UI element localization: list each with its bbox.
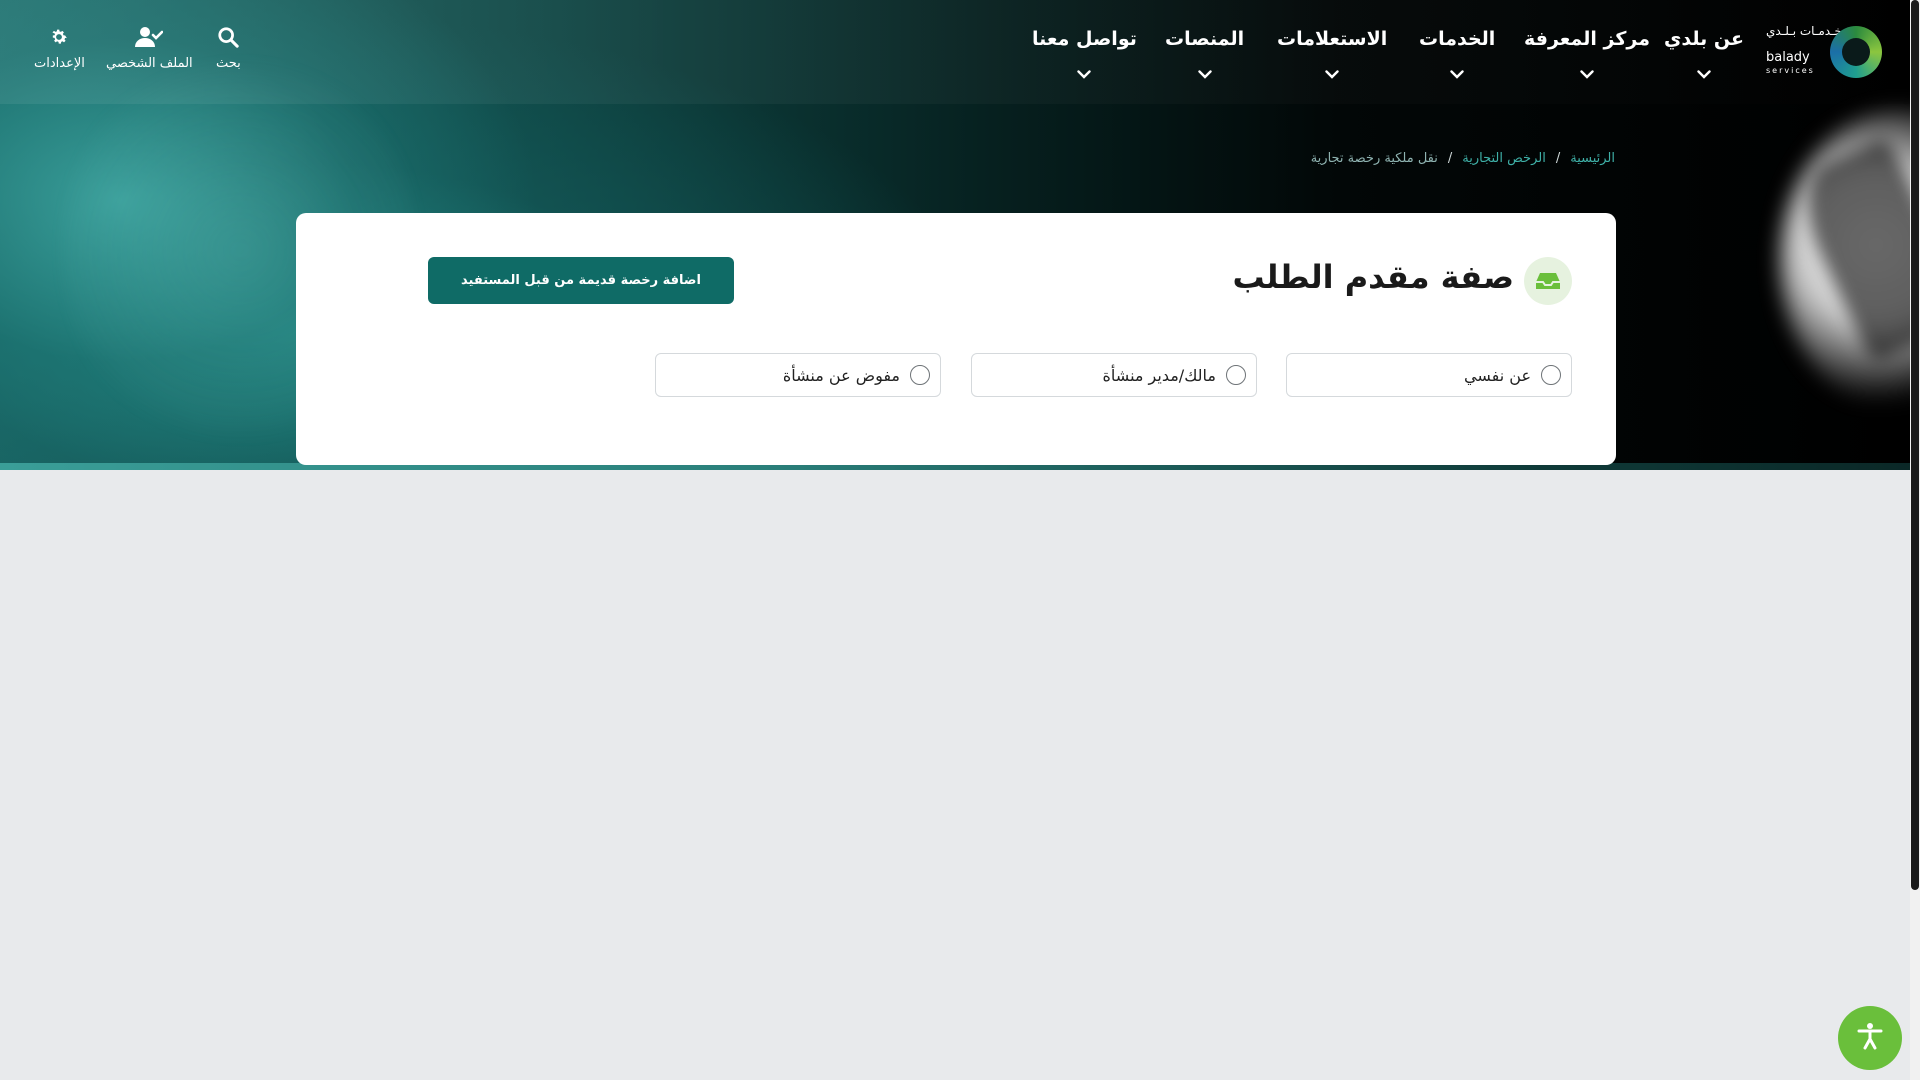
radio-button[interactable] — [910, 365, 930, 385]
scrollbar-thumb[interactable] — [1911, 0, 1919, 890]
breadcrumb-commercial-licenses[interactable]: الرخص التجارية — [1462, 151, 1546, 166]
settings-label: الإعدادات — [34, 56, 85, 71]
nav-services[interactable]: الخدمات — [1419, 28, 1495, 83]
gear-icon — [49, 24, 69, 50]
applicant-type-card: صفة مقدم الطلب اضافة رخصة قديمة من قبل ا… — [296, 213, 1616, 465]
option-self[interactable]: عن نفسي — [1286, 353, 1572, 397]
search-icon — [217, 24, 240, 50]
accessibility-button[interactable] — [1838, 1006, 1902, 1070]
user-check-icon — [135, 24, 164, 50]
radio-button[interactable] — [1541, 365, 1561, 385]
chevron-down-icon — [1197, 64, 1212, 83]
breadcrumb-separator: / — [1555, 151, 1561, 166]
logo-sub-text: services — [1766, 66, 1815, 75]
nav-platforms[interactable]: المنصات — [1165, 28, 1244, 83]
chevron-down-icon — [1580, 64, 1594, 83]
nav-label: تواصل معنا — [1032, 28, 1137, 50]
nav-label: الاستعلامات — [1277, 28, 1388, 50]
breadcrumb-current: نقل ملكية رخصة تجارية — [1310, 151, 1438, 166]
breadcrumb-home[interactable]: الرئيسية — [1570, 151, 1615, 166]
nav-label: مركز المعرفة — [1524, 28, 1650, 50]
option-owner-manager[interactable]: مالك/مدير منشأة — [971, 353, 1257, 397]
chevron-down-icon — [1077, 64, 1092, 83]
page-scrollbar[interactable] — [1910, 0, 1920, 1080]
inbox-tray-icon — [1524, 257, 1572, 305]
nav-label: عن بلدي — [1664, 28, 1744, 50]
option-delegate[interactable]: مفوض عن منشأة — [655, 353, 941, 397]
option-label: مالك/مدير منشأة — [1102, 365, 1216, 385]
nav-about-balady[interactable]: عن بلدي — [1664, 28, 1744, 83]
settings-link[interactable]: الإعدادات — [34, 24, 85, 71]
radio-button[interactable] — [1226, 365, 1246, 385]
top-navbar: الإعدادات الملف الشخصي بحث تواصل معنا ال… — [0, 0, 1910, 104]
search-link[interactable]: بحث — [216, 24, 241, 71]
breadcrumb: الرئيسية / الرخص التجارية / نقل ملكية رخ… — [1311, 151, 1615, 166]
search-label: بحث — [216, 56, 241, 71]
nav-contact-us[interactable]: تواصل معنا — [1032, 28, 1137, 83]
option-label: عن نفسي — [1464, 365, 1531, 385]
page-title: صفة مقدم الطلب — [1232, 258, 1514, 296]
nav-knowledge-center[interactable]: مركز المعرفة — [1524, 28, 1650, 83]
nav-label: المنصات — [1165, 28, 1245, 50]
chevron-down-icon — [1697, 64, 1711, 83]
add-old-license-button[interactable]: اضافة رخصة قديمة من قبل المستفيد — [428, 257, 734, 304]
option-label: مفوض عن منشأة — [782, 365, 900, 385]
balady-logo[interactable]: خـدمـات بـلـدي balady services — [1766, 22, 1882, 78]
logo-arabic-text: خـدمـات بـلـدي — [1766, 24, 1842, 38]
nav-inquiries[interactable]: الاستعلامات — [1277, 28, 1387, 83]
breadcrumb-separator: / — [1447, 151, 1453, 166]
nav-label: الخدمات — [1419, 28, 1496, 50]
logo-english-text: balady — [1766, 50, 1810, 65]
accessibility-icon — [1857, 1022, 1883, 1054]
palm-logo-icon — [1830, 26, 1882, 78]
profile-label: الملف الشخصي — [106, 56, 193, 71]
chevron-down-icon — [1325, 64, 1339, 83]
chevron-down-icon — [1450, 64, 1464, 83]
profile-link[interactable]: الملف الشخصي — [106, 24, 193, 71]
